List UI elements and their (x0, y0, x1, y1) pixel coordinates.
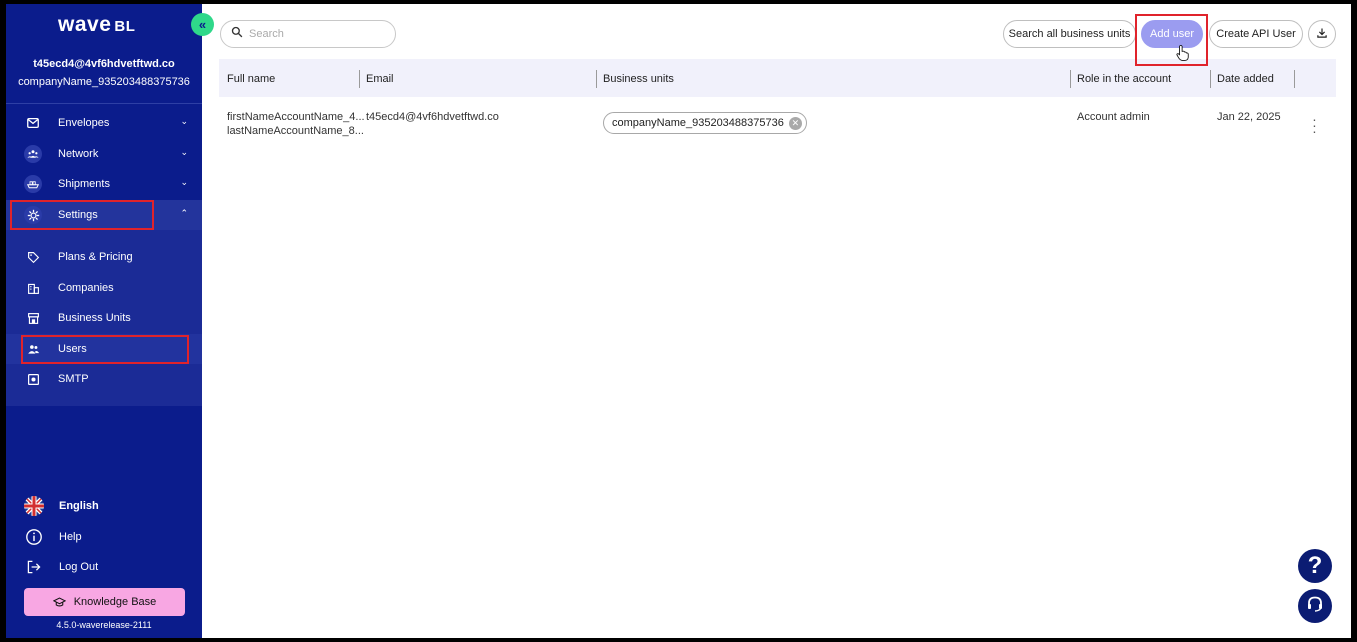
search-all-business-units-button[interactable]: Search all business units (1003, 20, 1136, 48)
logo-suffix: BL (114, 18, 136, 35)
download-button[interactable] (1308, 20, 1336, 48)
tag-icon (24, 248, 42, 266)
column-separator (1210, 70, 1211, 88)
more-vertical-icon: · · · (1312, 111, 1317, 139)
sub-label: Plans & Pricing (58, 251, 133, 263)
nav-label: Envelopes (58, 117, 110, 129)
sidebar-item-plans-pricing[interactable]: Plans & Pricing (6, 242, 202, 272)
column-separator (1294, 70, 1295, 88)
question-mark-icon: ? (1307, 552, 1323, 579)
nav-item-network[interactable]: Network ⌄ (6, 139, 202, 169)
help-fab[interactable]: ? (1298, 549, 1332, 583)
support-fab[interactable] (1298, 589, 1332, 623)
logo-text: wave (58, 13, 112, 36)
account-email: t45ecd4@4vf6hdvetftwd.co (33, 58, 175, 70)
knowledge-base-label: Knowledge Base (73, 596, 157, 608)
sub-label: Users (58, 343, 87, 355)
settings-submenu: Plans & Pricing Companies Business Units… (6, 230, 202, 406)
create-api-user-button[interactable]: Create API User (1209, 20, 1303, 48)
language-label: English (59, 500, 99, 512)
remove-chip-icon[interactable]: ✕ (788, 117, 802, 130)
info-icon (24, 527, 44, 547)
cell-last-name: lastNameAccountName_8... (227, 125, 364, 137)
ship-icon (24, 175, 42, 193)
column-header-date-added[interactable]: Date added (1217, 73, 1274, 85)
help-link[interactable]: Help (6, 523, 202, 551)
gear-icon (24, 206, 42, 224)
sub-label: Business Units (58, 312, 131, 324)
logo: wave BL (58, 13, 135, 37)
search-box[interactable] (220, 20, 396, 48)
chevron-up-icon: ⌃ (180, 208, 188, 218)
search-input[interactable] (249, 28, 389, 40)
store-icon (24, 309, 42, 327)
version-text: 4.5.0-waverelease-2111 (56, 620, 152, 630)
knowledge-base-button[interactable]: Knowledge Base (24, 588, 185, 616)
divider (6, 103, 202, 104)
cell-email: t45ecd4@4vf6hdvetftwd.co (366, 111, 499, 123)
sidebar-item-companies[interactable]: Companies (6, 273, 202, 303)
sidebar-item-business-units[interactable]: Business Units (6, 303, 202, 333)
logout-link[interactable]: Log Out (6, 553, 202, 581)
column-separator (596, 70, 597, 88)
nav-item-shipments[interactable]: Shipments ⌄ (6, 169, 202, 199)
nav-item-settings[interactable]: Settings ⌃ (6, 200, 202, 230)
business-unit-chip[interactable]: companyName_935203488375736 ✕ (603, 112, 807, 134)
sub-label: Companies (58, 282, 114, 294)
graduation-cap-icon (52, 596, 66, 609)
nav-item-envelopes[interactable]: Envelopes ⌄ (6, 108, 202, 138)
sidebar-item-smtp[interactable]: SMTP (6, 364, 202, 394)
users-icon (24, 340, 42, 358)
chevron-down-icon: ⌄ (180, 147, 188, 157)
sidebar: wave BL t45ecd4@4vf6hdvetftwd.co companyN… (6, 4, 202, 638)
column-separator (1070, 70, 1071, 88)
envelope-icon (24, 114, 42, 132)
chip-label: companyName_935203488375736 (612, 117, 784, 129)
hand-cursor-icon (1176, 44, 1190, 67)
headset-icon (1305, 594, 1325, 619)
app-window: wave BL t45ecd4@4vf6hdvetftwd.co companyN… (6, 4, 1351, 638)
cell-date-added: Jan 22, 2025 (1217, 111, 1281, 123)
account-company: companyName_935203488375736 (18, 76, 190, 88)
network-icon (24, 145, 42, 163)
building-icon (24, 279, 42, 297)
double-chevron-left-icon: « (198, 17, 207, 32)
cell-role: Account admin (1077, 111, 1150, 123)
column-header-full-name[interactable]: Full name (227, 73, 275, 85)
language-selector[interactable]: English (6, 492, 202, 520)
column-header-email[interactable]: Email (366, 73, 394, 85)
cell-first-name: firstNameAccountName_4... (227, 111, 365, 123)
row-actions-menu[interactable]: · · · (1308, 112, 1320, 138)
download-icon (1316, 27, 1328, 42)
collapse-sidebar-button[interactable]: « (191, 13, 214, 36)
table-header: Full name Email Business units Role in t… (219, 59, 1336, 97)
nav-label: Shipments (58, 178, 110, 190)
column-separator (359, 70, 360, 88)
help-label: Help (59, 531, 82, 543)
nav-label: Settings (58, 209, 98, 221)
add-user-button[interactable]: Add user (1141, 20, 1203, 48)
logout-icon (24, 557, 44, 577)
column-header-role[interactable]: Role in the account (1077, 73, 1171, 85)
nav-label: Network (58, 148, 99, 160)
search-icon (231, 25, 243, 43)
column-header-business-units[interactable]: Business units (603, 73, 674, 85)
chevron-down-icon: ⌄ (180, 177, 188, 187)
uk-flag-icon (24, 496, 44, 516)
smtp-icon (24, 370, 42, 388)
logout-label: Log Out (59, 561, 99, 573)
sub-label: SMTP (58, 373, 89, 385)
sidebar-item-users[interactable]: Users (6, 334, 202, 364)
chevron-down-icon: ⌄ (180, 116, 188, 126)
